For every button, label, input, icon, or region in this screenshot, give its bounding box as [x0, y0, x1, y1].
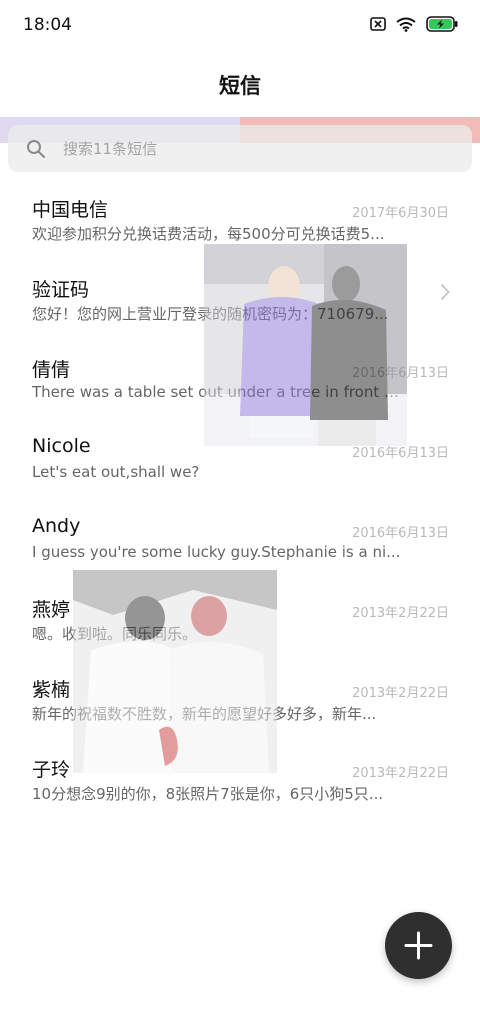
contact-name: 紫楠 — [32, 679, 71, 701]
message-date: 2016年6月13日 — [352, 526, 449, 541]
status-bar: 18:04 — [0, 0, 480, 52]
message-preview: Let's eat out,shall we? — [32, 463, 200, 481]
search-icon — [26, 139, 46, 163]
contact-name: Nicole — [32, 435, 91, 457]
status-time: 18:04 — [23, 15, 72, 35]
overlay-photo-couple — [204, 244, 407, 446]
overlay-photo-friends — [73, 570, 277, 773]
message-date: 2013年2月22日 — [352, 606, 449, 621]
search-input[interactable]: 搜索11条短信 — [8, 125, 472, 172]
page-title: 短信 — [219, 74, 261, 98]
search-placeholder: 搜索11条短信 — [63, 140, 158, 158]
message-date: 2017年6月30日 — [352, 206, 449, 221]
message-preview: I guess you're some lucky guy.Stephanie … — [32, 543, 401, 561]
message-date: 2013年2月22日 — [352, 766, 449, 781]
contact-name: Andy — [32, 515, 81, 537]
message-preview: 欢迎参加积分兑换话费活动，每500分可兑换话费5... — [32, 225, 385, 243]
contact-name: 验证码 — [32, 279, 90, 301]
status-icons — [370, 16, 458, 32]
message-date: 2013年2月22日 — [352, 686, 449, 701]
sim-off-icon — [370, 17, 386, 31]
wifi-icon — [396, 17, 416, 32]
battery-charging-icon — [426, 16, 458, 32]
contact-name: 中国电信 — [32, 199, 109, 221]
contact-name: 倩倩 — [32, 359, 71, 381]
new-message-button[interactable] — [385, 912, 452, 979]
message-preview: 10分想念9别的你，8张照片7张是你，6只小狗5只... — [32, 785, 384, 803]
contact-name: 燕婷 — [32, 599, 71, 621]
chevron-right-icon — [440, 283, 450, 305]
contact-name: 子玲 — [32, 759, 71, 781]
